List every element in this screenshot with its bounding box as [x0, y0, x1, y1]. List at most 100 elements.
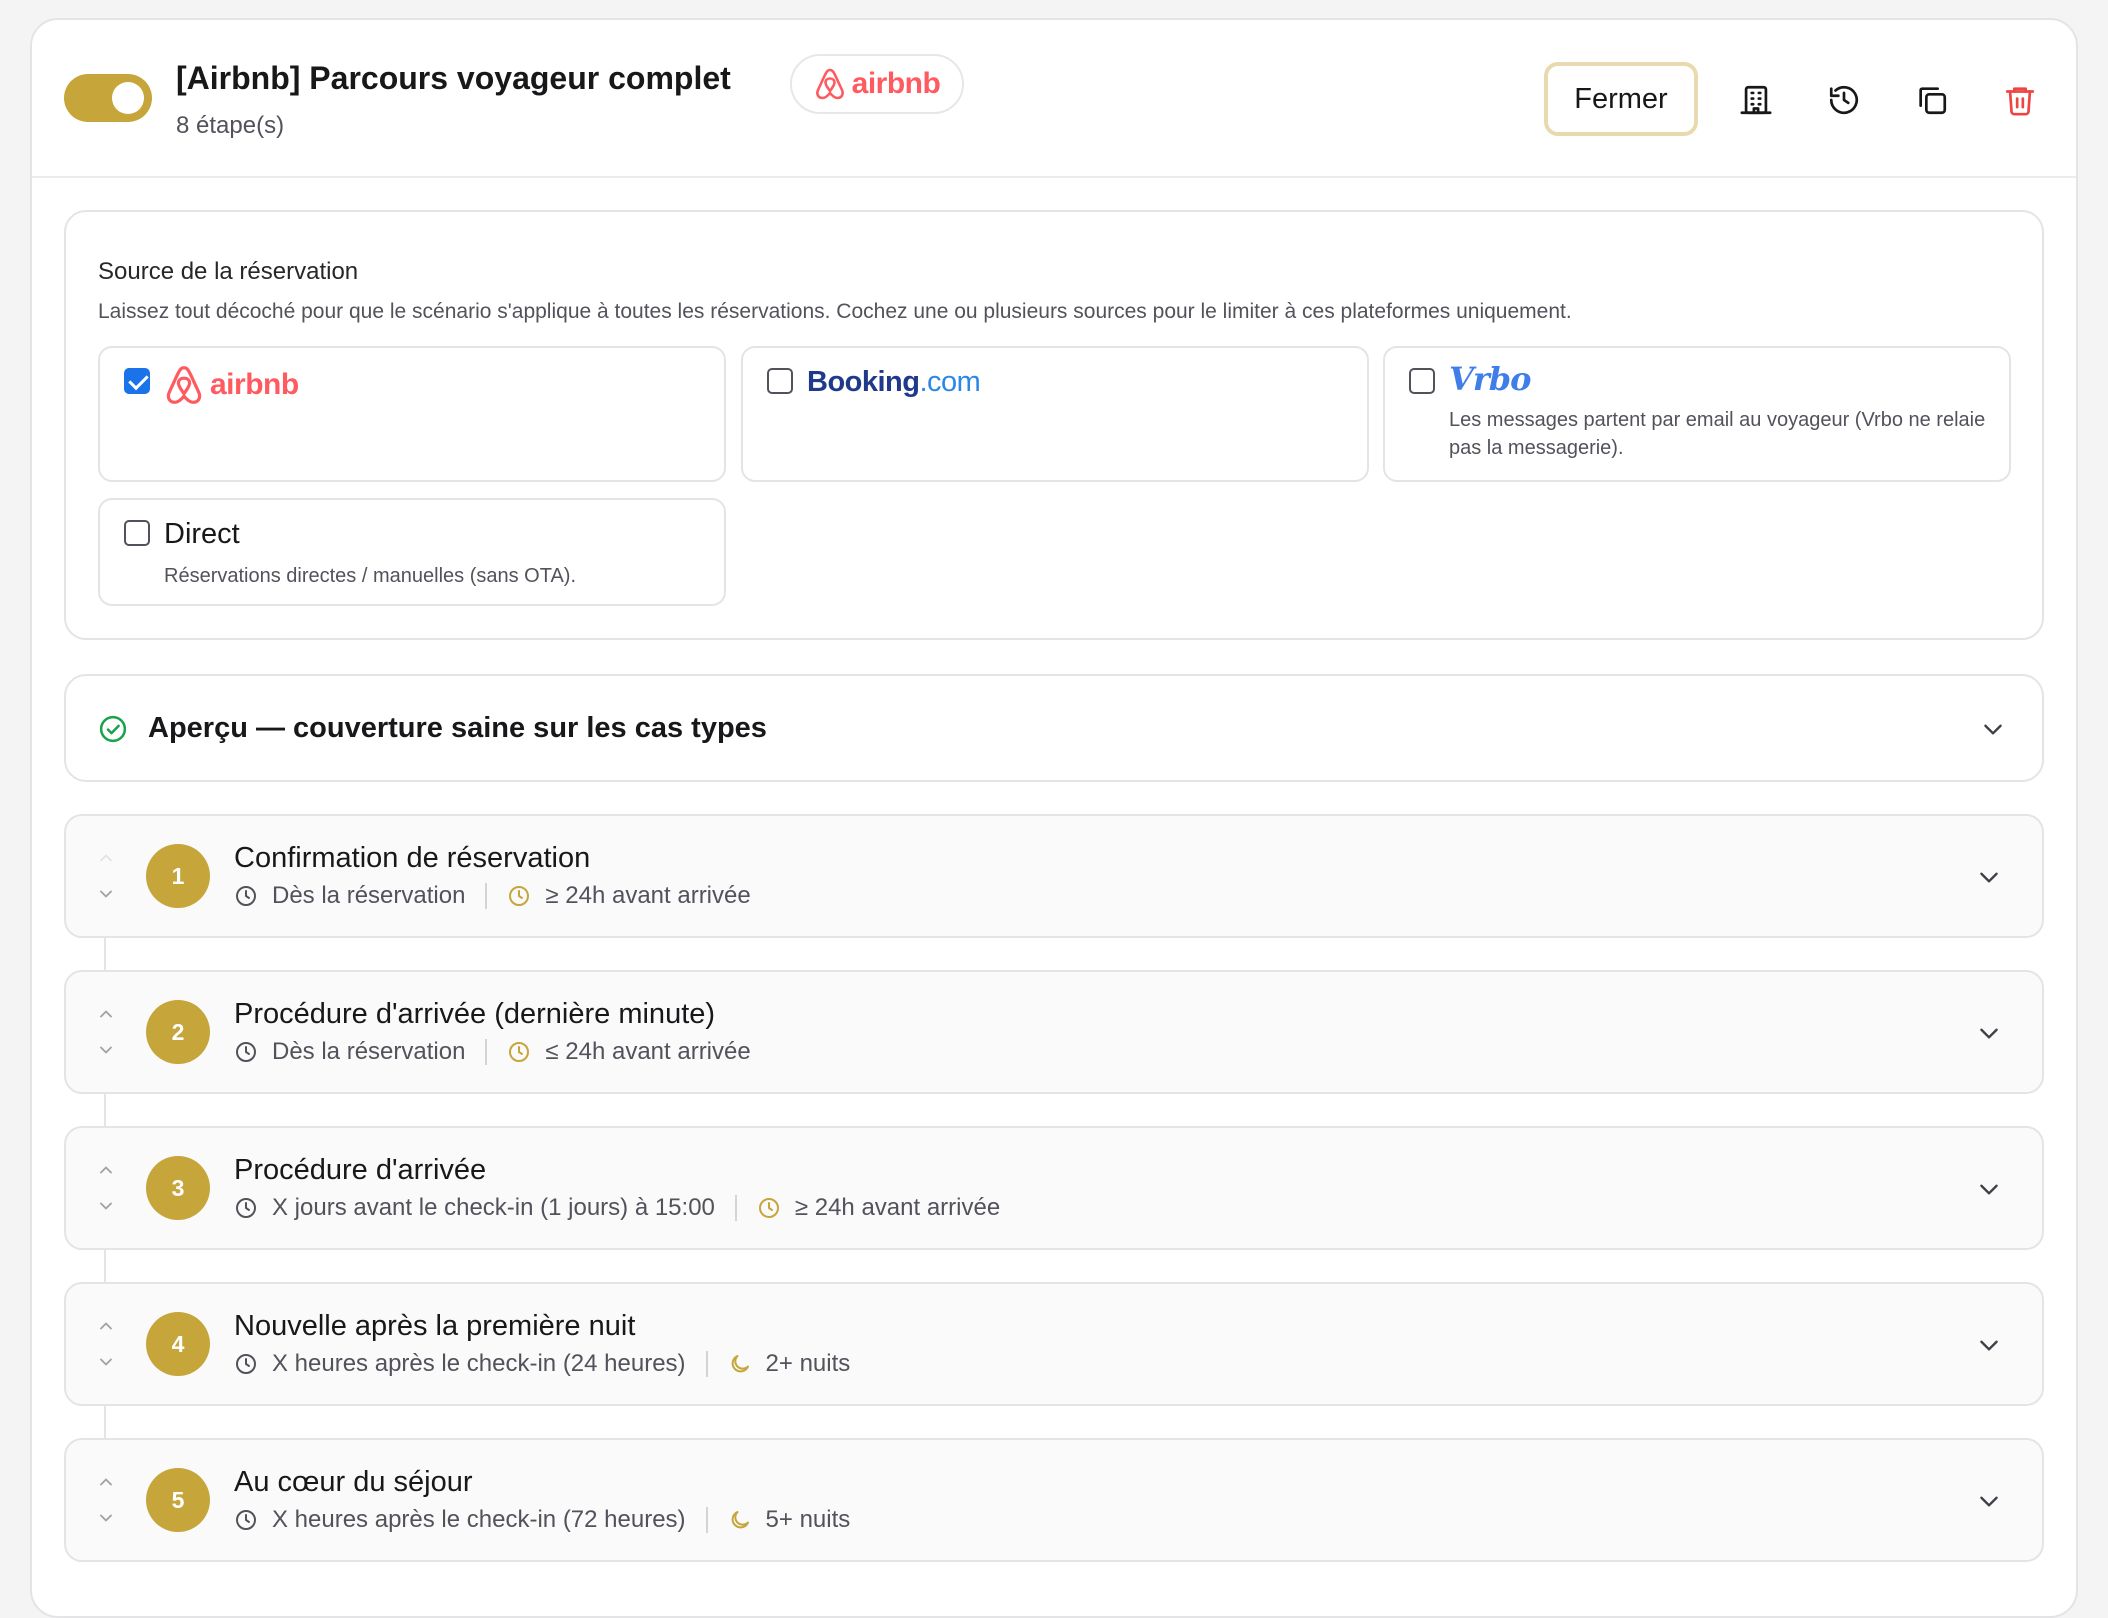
check-circle-icon [98, 714, 128, 744]
step-connector [104, 938, 106, 970]
clock-icon [234, 1352, 258, 1376]
source-airbnb-checkbox[interactable] [124, 368, 150, 394]
step-row[interactable]: 4 Nouvelle après la première nuit X heures… [64, 1282, 2044, 1406]
clock-icon [757, 1196, 781, 1220]
chevron-down-icon[interactable] [1980, 716, 2006, 742]
chevron-down-icon[interactable] [1976, 1176, 2002, 1202]
move-up-icon[interactable] [96, 1160, 116, 1180]
history-icon [1827, 83, 1861, 117]
airbnb-logo-icon [814, 67, 846, 101]
scenario-header: [Airbnb] Parcours voyageur complet 8 éta… [32, 20, 2076, 178]
source-vrbo-checkbox[interactable] [1409, 368, 1435, 394]
clock-icon [234, 1196, 258, 1220]
reorder-arrows [96, 1004, 116, 1064]
platform-badge-label: airbnb [851, 67, 941, 100]
step-trigger: X heures après le check-in (72 heures) [272, 1506, 686, 1533]
booking-logo: Booking.com [807, 366, 981, 399]
step-connector [104, 1094, 106, 1126]
source-option-direct[interactable]: Direct Réservations directes / manuelles… [98, 498, 726, 606]
move-down-icon[interactable] [96, 1508, 116, 1528]
step-number: 5 [146, 1468, 210, 1532]
history-button[interactable] [1820, 76, 1868, 124]
move-down-icon[interactable] [96, 1352, 116, 1372]
step-count: 8 étape(s) [176, 112, 285, 139]
step-number: 4 [146, 1312, 210, 1376]
step-meta: X heures après le check-in (24 heures) 2+… [234, 1350, 850, 1378]
step-number: 1 [146, 844, 210, 908]
trash-icon [2003, 83, 2037, 117]
step-title: Confirmation de réservation [234, 842, 591, 874]
close-button[interactable]: Fermer [1544, 62, 1698, 136]
step-trigger: Dès la réservation [272, 1038, 466, 1065]
booking-logo-main: Booking [807, 366, 920, 398]
step-row[interactable]: 2 Procédure d'arrivée (dernière minute) Dè… [64, 970, 2044, 1094]
step-number: 2 [146, 1000, 210, 1064]
step-number: 3 [146, 1156, 210, 1220]
step-trigger: Dès la réservation [272, 882, 466, 909]
source-option-vrbo[interactable]: Vrbo Les messages partent par email au v… [1383, 346, 2011, 482]
delete-button[interactable] [1996, 76, 2044, 124]
source-direct-checkbox[interactable] [124, 520, 150, 546]
meta-divider [485, 1039, 488, 1065]
reorder-arrows [96, 1316, 116, 1376]
coverage-preview[interactable]: Aperçu — couverture saine sur les cas ty… [64, 674, 2044, 782]
move-down-icon[interactable] [96, 884, 116, 904]
reorder-arrows [96, 1160, 116, 1220]
clock-icon [234, 1508, 258, 1532]
chevron-down-icon[interactable] [1976, 1332, 2002, 1358]
step-condition: ≥ 24h avant arrivée [545, 882, 751, 909]
duplicate-button[interactable] [1908, 76, 1956, 124]
property-button[interactable] [1732, 76, 1780, 124]
step-condition: 2+ nuits [765, 1350, 851, 1377]
source-option-booking[interactable]: Booking.com [741, 346, 1369, 482]
step-condition: 5+ nuits [765, 1506, 851, 1533]
airbnb-logo-text: airbnb [210, 368, 299, 401]
chevron-down-icon[interactable] [1976, 1020, 2002, 1046]
clock-icon [234, 1040, 258, 1064]
chevron-down-icon[interactable] [1976, 1488, 2002, 1514]
move-down-icon[interactable] [96, 1196, 116, 1216]
booking-logo-suffix: .com [919, 366, 981, 398]
move-down-icon[interactable] [96, 1040, 116, 1060]
vrbo-logo: Vrbo [1449, 360, 1531, 398]
moon-icon [728, 1508, 752, 1532]
scenario-card: [Airbnb] Parcours voyageur complet 8 éta… [30, 18, 2078, 1618]
clock-icon [234, 884, 258, 908]
vrbo-description: Les messages partent par email au voyage… [1449, 409, 1986, 459]
reorder-arrows [96, 848, 116, 908]
chevron-down-icon[interactable] [1976, 864, 2002, 890]
step-title: Au cœur du séjour [234, 1466, 473, 1498]
step-title: Procédure d'arrivée (dernière minute) [234, 998, 716, 1030]
scenario-title: [Airbnb] Parcours voyageur complet [176, 60, 731, 96]
move-up-icon[interactable] [96, 1316, 116, 1336]
airbnb-logo: airbnb [164, 364, 299, 406]
coverage-preview-title: Aperçu — couverture saine sur les cas ty… [148, 712, 767, 744]
step-trigger: X jours avant le check-in (1 jours) à 15… [272, 1194, 715, 1221]
step-title: Nouvelle après la première nuit [234, 1310, 636, 1342]
source-booking-checkbox[interactable] [767, 368, 793, 394]
source-option-airbnb[interactable]: airbnb [98, 346, 726, 482]
platform-badge: airbnb [790, 54, 964, 114]
step-meta: X jours avant le check-in (1 jours) à 15… [234, 1194, 1000, 1222]
step-trigger: X heures après le check-in (24 heures) [272, 1350, 686, 1377]
move-up-icon[interactable] [96, 848, 116, 868]
step-connector [104, 1250, 106, 1282]
vrbo-logo-text: Vrbo [1449, 360, 1531, 398]
building-icon [1739, 83, 1773, 117]
direct-label: Direct [164, 518, 240, 550]
move-up-icon[interactable] [96, 1472, 116, 1492]
clock-icon [507, 884, 531, 908]
booking-source-help: Laissez tout décoché pour que le scénari… [98, 300, 1572, 323]
step-row[interactable]: 1 Confirmation de réservation Dès la réser… [64, 814, 2044, 938]
moon-icon [728, 1352, 752, 1376]
step-row[interactable]: 5 Au cœur du séjour X heures après le chec… [64, 1438, 2044, 1562]
direct-description: Réservations directes / manuelles (sans … [164, 565, 577, 587]
step-meta: X heures après le check-in (72 heures) 5+… [234, 1506, 850, 1534]
step-row[interactable]: 3 Procédure d'arrivée X jours avant le che… [64, 1126, 2044, 1250]
scenario-enabled-toggle[interactable] [64, 74, 152, 122]
step-meta: Dès la réservation ≤ 24h avant arrivée [234, 1038, 751, 1066]
clock-icon [507, 1040, 531, 1064]
meta-divider [485, 883, 488, 909]
copy-icon [1915, 83, 1949, 117]
move-up-icon[interactable] [96, 1004, 116, 1024]
